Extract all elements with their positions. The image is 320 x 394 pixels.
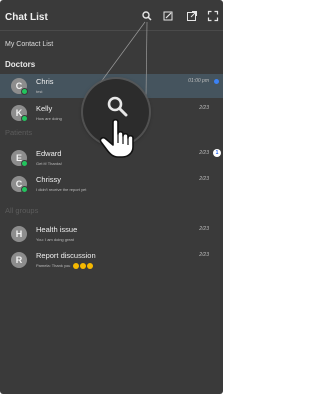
header-divider bbox=[0, 30, 223, 31]
emoji-icon bbox=[72, 263, 79, 269]
avatar: E bbox=[11, 150, 28, 167]
message-time: 2/23 bbox=[199, 252, 209, 258]
online-indicator bbox=[21, 160, 28, 167]
unread-count-badge: 1 bbox=[213, 149, 221, 157]
message-preview: You: I am doing great bbox=[36, 237, 74, 242]
contact-list-subtitle: My Contact List bbox=[5, 41, 54, 48]
emoji-icon bbox=[86, 263, 93, 269]
message-preview: I didn't receive the report yet bbox=[36, 187, 87, 192]
contact-name: Kelly bbox=[36, 104, 53, 113]
contact-name: Chrissy bbox=[36, 175, 62, 184]
avatar: C bbox=[11, 176, 28, 193]
group-name: Health issue bbox=[36, 225, 78, 234]
group-row-report-discussion[interactable]: R Report discussion Pamela: Thank you 2/… bbox=[0, 248, 223, 272]
online-indicator bbox=[21, 115, 28, 122]
message-preview: How are doing bbox=[36, 116, 62, 121]
search-icon[interactable] bbox=[141, 10, 153, 22]
avatar: H bbox=[11, 226, 27, 242]
online-indicator bbox=[21, 186, 28, 193]
edit-icon[interactable] bbox=[162, 10, 174, 22]
contact-row-chrissy[interactable]: C Chrissy I didn't receive the report ye… bbox=[0, 172, 223, 196]
emoji-icon bbox=[79, 263, 86, 269]
message-time: 2/23 bbox=[199, 176, 209, 182]
fullscreen-icon[interactable] bbox=[207, 10, 219, 22]
section-groups: All groups bbox=[5, 206, 39, 215]
avatar: C bbox=[11, 78, 28, 95]
external-link-icon[interactable] bbox=[186, 10, 198, 22]
chat-list-panel: Chat List My Contact List Doctors C Chri… bbox=[0, 0, 223, 394]
message-time: 2/23 bbox=[199, 226, 209, 232]
contact-name: Edward bbox=[36, 149, 62, 158]
search-icon bbox=[107, 96, 128, 117]
message-time: 2/23 bbox=[199, 105, 209, 111]
section-doctors: Doctors bbox=[5, 60, 36, 69]
contact-name: Chris bbox=[36, 77, 54, 86]
online-indicator bbox=[21, 88, 28, 95]
group-row-health-issue[interactable]: H Health issue You: I am doing great 2/2… bbox=[0, 222, 223, 246]
group-name: Report discussion bbox=[36, 251, 96, 260]
pointer-hand-icon bbox=[97, 118, 141, 158]
unread-dot bbox=[214, 79, 219, 84]
avatar: K bbox=[11, 105, 28, 122]
message-preview: Pamela: Thank you bbox=[36, 263, 93, 269]
page-title: Chat List bbox=[5, 12, 48, 23]
section-patients: Patients bbox=[5, 128, 33, 137]
message-time: 2/23 bbox=[199, 150, 209, 156]
message-time: 01:00 pm bbox=[188, 78, 209, 84]
avatar: R bbox=[11, 252, 27, 268]
message-preview: test bbox=[36, 89, 43, 94]
message-preview: Get it! Thanks! bbox=[36, 161, 62, 166]
